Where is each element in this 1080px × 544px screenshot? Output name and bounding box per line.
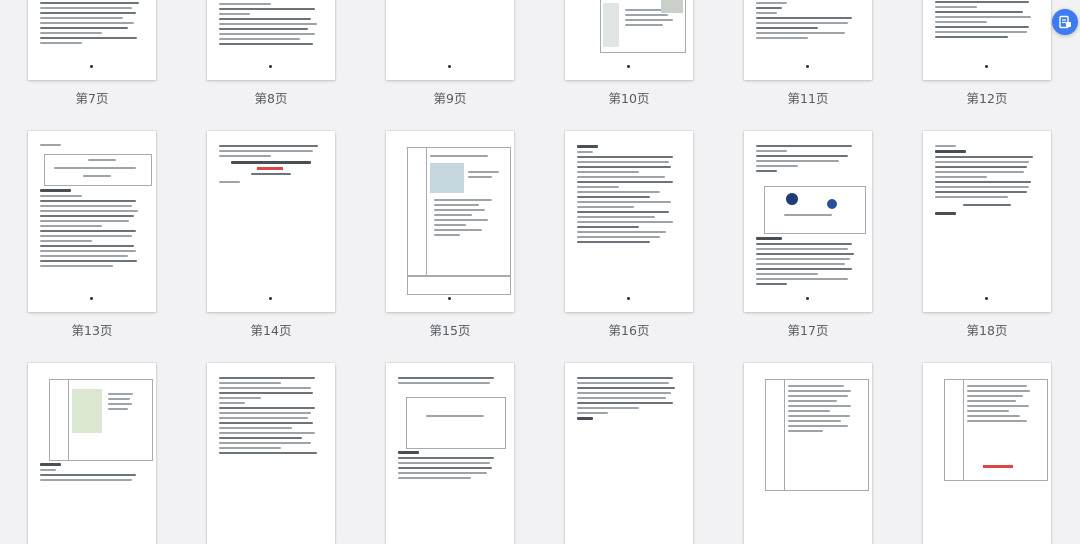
page-thumbnail-13[interactable] [28, 131, 156, 312]
page-label-11: 第11页 [787, 91, 829, 106]
page-label-17: 第17页 [787, 323, 829, 338]
page-label-8: 第8页 [254, 91, 288, 106]
page-label-9: 第9页 [433, 91, 467, 106]
page-thumbnail-14[interactable] [207, 131, 335, 312]
page-label-13: 第13页 [71, 323, 113, 338]
page-label-12: 第12页 [966, 91, 1008, 106]
page-thumbnail-15[interactable] [386, 131, 514, 312]
page-label-16: 第16页 [608, 323, 650, 338]
page-thumbnail-11[interactable] [744, 0, 872, 80]
page-thumbnail-19[interactable] [28, 363, 156, 544]
page-label-7: 第7页 [75, 91, 109, 106]
page-thumbnail-17[interactable] [744, 131, 872, 312]
page-thumbnail-23[interactable] [744, 363, 872, 544]
page-label-15: 第15页 [429, 323, 471, 338]
page-thumbnail-20[interactable] [207, 363, 335, 544]
document-export-button[interactable] [1052, 9, 1078, 35]
page-thumbnail-16[interactable] [565, 131, 693, 312]
page-thumbnail-12[interactable] [923, 0, 1051, 80]
page-thumbnail-7[interactable] [28, 0, 156, 80]
page-thumbnail-8[interactable] [207, 0, 335, 80]
page-label-18: 第18页 [966, 323, 1008, 338]
document-export-icon [1058, 15, 1072, 29]
page-thumbnail-24[interactable] [923, 363, 1051, 544]
page-label-10: 第10页 [608, 91, 650, 106]
page-thumbnail-21[interactable] [386, 363, 514, 544]
page-thumbnail-10[interactable] [565, 0, 693, 80]
page-thumbnail-18[interactable] [923, 131, 1051, 312]
page-label-14: 第14页 [250, 323, 292, 338]
page-thumbnail-22[interactable] [565, 363, 693, 544]
page-thumbnail-9[interactable] [386, 0, 514, 80]
